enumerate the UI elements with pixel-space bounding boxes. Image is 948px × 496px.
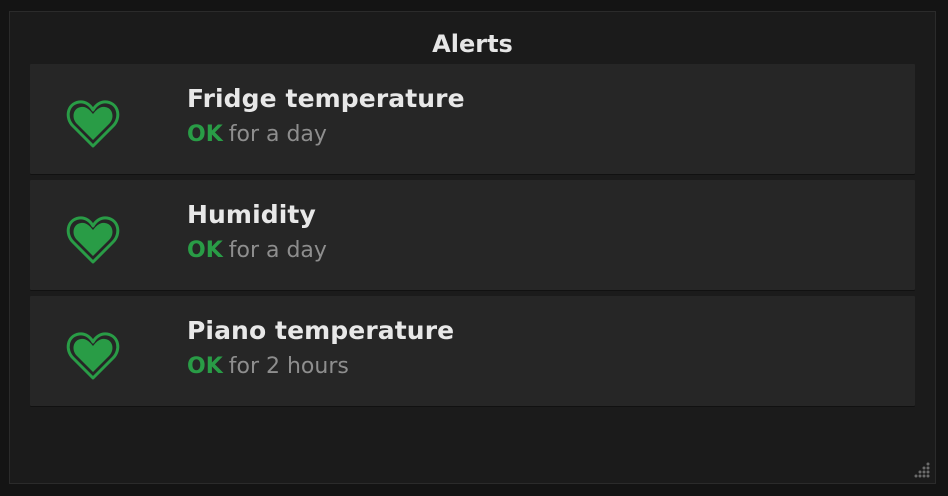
alert-duration: for a day <box>228 122 327 147</box>
alerts-panel: Alerts Fridge temperature OK for a day Hu… <box>9 11 936 484</box>
alert-state: OK <box>187 354 223 379</box>
alert-text: Humidity OK for a day <box>187 198 327 266</box>
alert-name-link[interactable]: Fridge temperature <box>187 82 465 116</box>
alert-list: Fridge temperature OK for a day Humidity … <box>30 64 915 412</box>
alert-item-piano-temperature[interactable]: Piano temperature OK for 2 hours <box>30 296 915 406</box>
alert-duration: for 2 hours <box>228 354 349 379</box>
alert-name-link[interactable]: Humidity <box>187 198 327 232</box>
panel-title[interactable]: Alerts <box>10 28 935 60</box>
alert-status: OK for 2 hours <box>187 352 454 382</box>
heart-icon <box>66 332 120 380</box>
alert-item-fridge-temperature[interactable]: Fridge temperature OK for a day <box>30 64 915 174</box>
alert-duration: for a day <box>228 238 327 263</box>
alert-state: OK <box>187 122 223 147</box>
alert-name-link[interactable]: Piano temperature <box>187 314 454 348</box>
heart-icon <box>66 100 120 148</box>
alert-item-humidity[interactable]: Humidity OK for a day <box>30 180 915 290</box>
alert-status: OK for a day <box>187 120 465 150</box>
alert-state: OK <box>187 238 223 263</box>
resize-handle-icon[interactable] <box>914 462 930 478</box>
alert-status: OK for a day <box>187 236 327 266</box>
heart-icon <box>66 216 120 264</box>
alert-text: Piano temperature OK for 2 hours <box>187 314 454 382</box>
alert-text: Fridge temperature OK for a day <box>187 82 465 150</box>
